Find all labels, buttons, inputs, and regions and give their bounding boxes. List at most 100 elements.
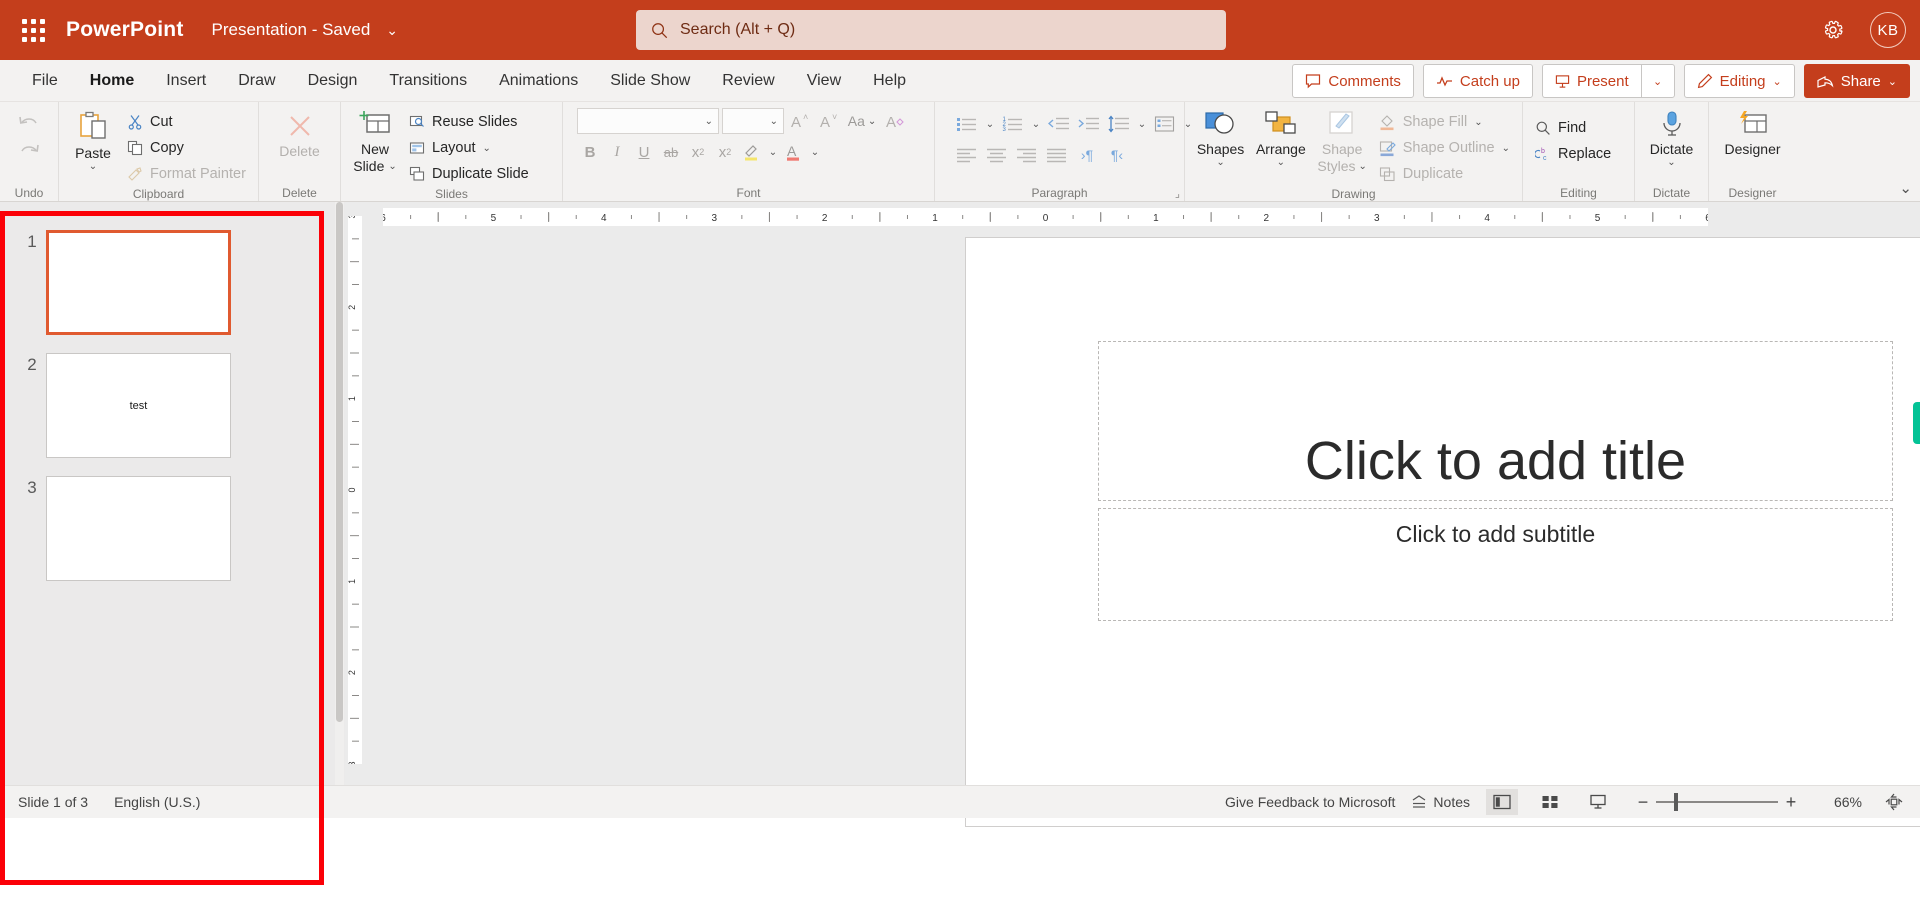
- thumbnail-pane-scrollbar[interactable]: [335, 202, 344, 785]
- numbering-dropdown-button[interactable]: ⌄: [1029, 112, 1043, 136]
- font-name-combobox[interactable]: ⌄: [577, 108, 719, 134]
- tab-file[interactable]: File: [16, 60, 74, 102]
- text-highlight-button[interactable]: [739, 139, 765, 165]
- slide-thumbnail-2[interactable]: test: [46, 353, 231, 458]
- slide-editing-surface[interactable]: Click to add title Click to add subtitle: [965, 237, 1920, 827]
- copy-button[interactable]: Copy: [121, 136, 252, 160]
- tab-help[interactable]: Help: [857, 60, 922, 102]
- vertical-ruler[interactable]: 3 2 1 0 1 2 3: [345, 202, 365, 785]
- chevron-down-icon[interactable]: ⌄: [89, 161, 97, 172]
- search-box[interactable]: Search (Alt + Q): [636, 10, 1226, 50]
- zoom-slider[interactable]: − +: [1630, 792, 1804, 813]
- share-button[interactable]: Share ⌄: [1803, 64, 1910, 98]
- superscript-button[interactable]: x2: [712, 139, 738, 165]
- comments-button[interactable]: Comments: [1292, 64, 1414, 98]
- language-indicator[interactable]: English (U.S.): [114, 794, 200, 810]
- new-slide-button[interactable]: New Slide ⌄: [347, 108, 403, 176]
- scrollbar-thumb[interactable]: [336, 202, 343, 722]
- change-case-button[interactable]: Aa ⌄: [845, 108, 879, 134]
- justify-button[interactable]: [1043, 143, 1071, 167]
- reading-view-button[interactable]: [1582, 789, 1614, 815]
- font-color-button[interactable]: A: [781, 139, 807, 165]
- increase-font-size-button[interactable]: A ˄: [787, 108, 813, 134]
- tab-view[interactable]: View: [791, 60, 857, 102]
- zoom-level-label[interactable]: 66%: [1820, 794, 1862, 810]
- tab-animations[interactable]: Animations: [483, 60, 594, 102]
- highlight-dropdown-button[interactable]: ⌄: [766, 139, 780, 165]
- normal-view-button[interactable]: [1486, 789, 1518, 815]
- find-button[interactable]: Find: [1529, 116, 1617, 140]
- rtl-text-direction-button[interactable]: ¶‹: [1103, 143, 1131, 167]
- undo-button[interactable]: [16, 112, 42, 134]
- decrease-indent-button[interactable]: [1045, 112, 1073, 136]
- designer-button[interactable]: Designer: [1718, 108, 1786, 159]
- zoom-track[interactable]: [1656, 793, 1778, 811]
- ltr-text-direction-button[interactable]: ›¶: [1073, 143, 1101, 167]
- align-left-button[interactable]: [953, 143, 981, 167]
- font-size-combobox[interactable]: ⌄: [722, 108, 784, 134]
- bullets-button[interactable]: [953, 112, 981, 136]
- subtitle-placeholder[interactable]: Click to add subtitle: [1098, 508, 1893, 621]
- shapes-button[interactable]: Shapes ⌄: [1191, 108, 1250, 170]
- subscript-button[interactable]: x2: [685, 139, 711, 165]
- font-color-dropdown-button[interactable]: ⌄: [808, 139, 822, 165]
- present-dropdown-button[interactable]: ⌄: [1640, 64, 1675, 98]
- columns-button[interactable]: [1151, 112, 1179, 136]
- dictate-button[interactable]: Dictate ⌄: [1644, 108, 1700, 170]
- collapse-ribbon-button[interactable]: ⌄: [1899, 179, 1912, 197]
- bullets-dropdown-button[interactable]: ⌄: [983, 112, 997, 136]
- line-spacing-button[interactable]: [1105, 112, 1133, 136]
- fit-slide-to-window-button[interactable]: [1878, 789, 1910, 815]
- catch-up-button[interactable]: Catch up: [1422, 64, 1533, 98]
- cut-button[interactable]: Cut: [121, 110, 252, 134]
- give-feedback-button[interactable]: Give Feedback to Microsoft: [1225, 794, 1395, 810]
- tab-slide-show[interactable]: Slide Show: [594, 60, 706, 102]
- replace-button[interactable]: b c Replace: [1529, 142, 1617, 166]
- slide-thumbnail-3[interactable]: [46, 476, 231, 581]
- chevron-down-icon[interactable]: ⌄: [1277, 157, 1285, 168]
- decrease-font-size-button[interactable]: A ˅: [816, 108, 842, 134]
- align-center-button[interactable]: [983, 143, 1011, 167]
- chevron-down-icon[interactable]: ⌄: [386, 22, 398, 39]
- tab-design[interactable]: Design: [292, 60, 374, 102]
- document-title[interactable]: Presentation - Saved: [212, 20, 371, 40]
- line-spacing-dropdown-button[interactable]: ⌄: [1135, 112, 1149, 136]
- title-placeholder[interactable]: Click to add title: [1098, 341, 1893, 501]
- tab-insert[interactable]: Insert: [150, 60, 222, 102]
- increase-indent-button[interactable]: [1075, 112, 1103, 136]
- chevron-down-icon[interactable]: ⌄: [388, 159, 396, 174]
- zoom-out-button[interactable]: −: [1630, 792, 1656, 813]
- accessibility-flyout-tab[interactable]: [1913, 402, 1920, 444]
- notes-button[interactable]: Notes: [1411, 794, 1470, 810]
- align-right-button[interactable]: [1013, 143, 1041, 167]
- present-button[interactable]: Present: [1541, 64, 1641, 98]
- redo-button[interactable]: [16, 140, 42, 162]
- app-launcher-icon[interactable]: [10, 18, 56, 42]
- bold-button[interactable]: B: [577, 139, 603, 165]
- clear-formatting-button[interactable]: A: [882, 108, 908, 134]
- tab-home[interactable]: Home: [74, 60, 150, 102]
- underline-button[interactable]: U: [631, 139, 657, 165]
- paste-button[interactable]: Paste ⌄: [65, 108, 121, 174]
- slide-count-indicator[interactable]: Slide 1 of 3: [18, 794, 88, 810]
- slide-thumbnail-1[interactable]: [46, 230, 231, 335]
- paragraph-dialog-launcher[interactable]: ⌟: [1175, 187, 1180, 200]
- chevron-down-icon[interactable]: ⌄: [1667, 157, 1675, 168]
- tab-review[interactable]: Review: [706, 60, 790, 102]
- reuse-slides-button[interactable]: Reuse Slides: [403, 110, 535, 134]
- arrange-button[interactable]: Arrange ⌄: [1250, 108, 1311, 170]
- editing-mode-button[interactable]: Editing ⌄: [1683, 64, 1795, 98]
- duplicate-slide-button[interactable]: Duplicate Slide: [403, 162, 535, 186]
- slide-sorter-view-button[interactable]: [1534, 789, 1566, 815]
- gear-icon[interactable]: [1818, 15, 1848, 45]
- numbering-button[interactable]: 1 2 3: [999, 112, 1027, 136]
- italic-button[interactable]: I: [604, 139, 630, 165]
- zoom-in-button[interactable]: +: [1778, 792, 1804, 813]
- strikethrough-button[interactable]: ab: [658, 139, 684, 165]
- tab-transitions[interactable]: Transitions: [373, 60, 483, 102]
- layout-button[interactable]: Layout ⌄: [403, 136, 535, 160]
- chevron-down-icon[interactable]: ⌄: [1216, 157, 1224, 168]
- avatar[interactable]: KB: [1870, 12, 1906, 48]
- zoom-thumb[interactable]: [1674, 793, 1678, 811]
- tab-draw[interactable]: Draw: [222, 60, 291, 102]
